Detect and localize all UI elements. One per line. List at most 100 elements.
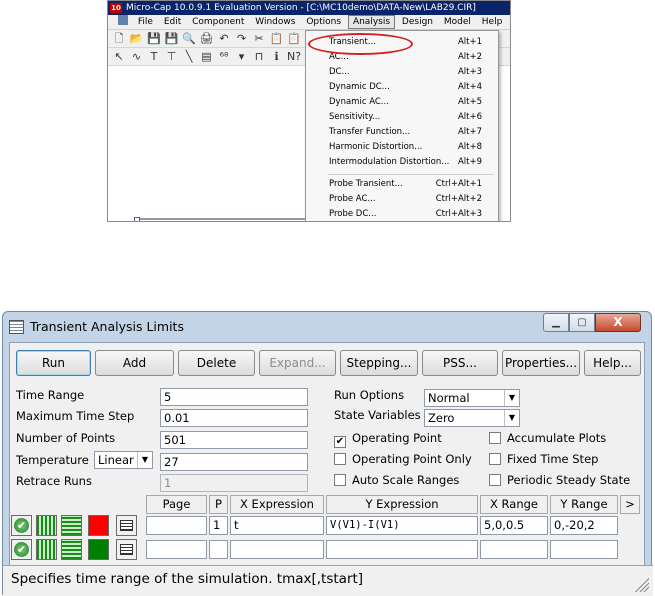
info-icon[interactable]: ℹ <box>270 48 284 66</box>
menu-item-intermodulation-distortion[interactable]: Intermodulation Distortion... Alt+9 <box>306 155 498 170</box>
max-time-step-input[interactable]: 0.01 <box>160 409 308 427</box>
y-expression-cell[interactable]: V(V1)-I(V1) <box>326 516 478 535</box>
properties-button[interactable]: Properties... <box>502 350 580 376</box>
schematic-wire[interactable] <box>134 217 308 221</box>
menu-options[interactable]: Options <box>302 15 345 30</box>
menu-item-dc[interactable]: DC... Alt+3 <box>306 65 498 80</box>
p-cell[interactable]: 1 <box>209 516 228 535</box>
header-y-expression[interactable]: Y Expression <box>326 495 478 514</box>
x-expression-cell[interactable] <box>230 540 324 559</box>
menu-item-probe-ac[interactable]: Probe AC... Ctrl+Alt+2 <box>306 192 498 207</box>
state-variables-select[interactable]: Zero ▼ <box>424 409 520 427</box>
run-options-select[interactable]: Normal ▼ <box>424 389 520 407</box>
enable-row-toggle[interactable]: ✔ <box>11 539 32 560</box>
print-preview-icon[interactable]: 🔍 <box>182 30 196 48</box>
menu-item-dynamic-dc[interactable]: Dynamic DC... Alt+4 <box>306 80 498 95</box>
header-page[interactable]: Page <box>146 495 207 514</box>
undo-icon[interactable]: ↶ <box>217 30 231 48</box>
y-expression-cell[interactable] <box>326 540 478 559</box>
p-cell[interactable] <box>209 540 228 559</box>
expand-button[interactable]: Expand... <box>259 350 336 376</box>
menu-design[interactable]: Design <box>398 15 437 30</box>
menu-item-probe-dc[interactable]: Probe DC... Ctrl+Alt+3 <box>306 207 498 221</box>
wire-icon[interactable]: ∿ <box>130 48 144 66</box>
open-folder-icon[interactable]: 📂 <box>130 30 144 48</box>
maximize-button[interactable]: ▢ <box>569 313 595 332</box>
help-button[interactable]: Help... <box>584 350 641 376</box>
save-icon[interactable]: 💾 <box>147 30 161 48</box>
menu-item-harmonic-distortion[interactable]: Harmonic Distortion... Alt+8 <box>306 140 498 155</box>
menu-edit[interactable]: Edit <box>160 15 185 30</box>
dropdown-arrow-icon[interactable]: ▾ <box>235 48 249 66</box>
run-button[interactable]: Run <box>16 350 91 376</box>
temperature-mode-select[interactable]: Linear ▼ <box>94 451 153 469</box>
new-file-icon[interactable]: 🗋 <box>112 30 126 48</box>
page-cell[interactable] <box>146 540 207 559</box>
menu-model[interactable]: Model <box>440 15 475 30</box>
temperature-input[interactable]: 27 <box>160 453 308 471</box>
operating-point-checkbox[interactable]: ✔ Operating Point <box>334 432 442 448</box>
cut-icon[interactable]: ✂ <box>252 30 266 48</box>
x-range-cell[interactable]: 5,0,0.5 <box>480 516 548 535</box>
menu-windows[interactable]: Windows <box>251 15 299 30</box>
redo-icon[interactable]: ↷ <box>235 30 249 48</box>
add-button[interactable]: Add <box>95 350 174 376</box>
pss-button[interactable]: PSS... <box>422 350 498 376</box>
help-pointer-icon[interactable]: N? <box>287 48 301 66</box>
graphics-icon[interactable]: ▤ <box>200 48 214 66</box>
periodic-steady-state-checkbox[interactable]: Periodic Steady State <box>489 474 630 487</box>
diagonal-wire-icon[interactable]: ╲ <box>182 48 196 66</box>
x-expression-cell[interactable]: t <box>230 516 324 535</box>
schematic-canvas[interactable] <box>108 68 308 221</box>
menu-file[interactable]: File <box>134 15 157 30</box>
time-range-input[interactable]: 5 <box>160 388 308 406</box>
menu-component[interactable]: Component <box>188 15 248 30</box>
accumulate-plots-checkbox[interactable]: Accumulate Plots <box>489 432 606 445</box>
menu-item-sensitivity[interactable]: Sensitivity... Alt+6 <box>306 110 498 125</box>
operating-point-only-checkbox[interactable]: Operating Point Only <box>334 453 472 466</box>
header-x-expression[interactable]: X Expression <box>230 495 324 514</box>
vertical-grid-icon[interactable] <box>36 539 57 560</box>
dialog-titlebar[interactable]: Transient Analysis Limits ▁ ▢ X <box>3 312 651 342</box>
y-range-cell[interactable] <box>550 540 618 559</box>
node-numbers-icon[interactable]: ⁶⁸ <box>217 48 231 66</box>
table-icon[interactable] <box>116 515 137 536</box>
scroll-right-button[interactable]: > <box>620 495 640 514</box>
select-arrow-icon[interactable]: ↖ <box>112 48 126 66</box>
minimize-button[interactable]: ▁ <box>543 313 569 332</box>
copy-icon[interactable]: 📋 <box>270 30 284 48</box>
header-x-range[interactable]: X Range <box>480 495 548 514</box>
table-icon[interactable] <box>116 539 137 560</box>
menu-analysis[interactable]: Analysis <box>347 15 396 29</box>
y-range-cell[interactable]: 0,-20,2 <box>550 516 618 535</box>
text-icon[interactable]: T <box>147 48 161 66</box>
flag-icon[interactable]: ⊓ <box>252 48 266 66</box>
save-all-icon[interactable]: 💾 <box>165 30 179 48</box>
header-p[interactable]: P <box>209 495 228 514</box>
document-icon[interactable] <box>118 15 128 25</box>
curve-color-swatch[interactable] <box>88 515 109 536</box>
menu-help[interactable]: Help <box>478 15 507 30</box>
x-range-cell[interactable] <box>480 540 548 559</box>
menu-item-transfer-function[interactable]: Transfer Function... Alt+7 <box>306 125 498 140</box>
menu-item-accel: Alt+3 <box>457 67 482 77</box>
horizontal-grid-icon[interactable] <box>61 515 82 536</box>
enable-row-toggle[interactable]: ✔ <box>11 515 32 536</box>
vertical-grid-icon[interactable] <box>36 515 57 536</box>
header-y-range[interactable]: Y Range <box>550 495 618 514</box>
page-cell[interactable] <box>146 516 207 535</box>
delete-button[interactable]: Delete <box>178 350 255 376</box>
menu-item-dynamic-ac[interactable]: Dynamic AC... Alt+5 <box>306 95 498 110</box>
fixed-time-step-checkbox[interactable]: Fixed Time Step <box>489 453 598 466</box>
close-button[interactable]: X <box>595 313 641 332</box>
ortho-wire-icon[interactable]: ⊤ <box>165 48 179 66</box>
stepping-button[interactable]: Stepping... <box>340 350 418 376</box>
auto-scale-ranges-checkbox[interactable]: Auto Scale Ranges <box>334 474 459 487</box>
curve-color-swatch[interactable] <box>88 539 109 560</box>
menu-item-probe-transient[interactable]: Probe Transient... Ctrl+Alt+1 <box>306 177 498 192</box>
print-icon[interactable]: 🖨 <box>200 30 214 48</box>
horizontal-grid-icon[interactable] <box>61 539 82 560</box>
paste-icon[interactable]: 📋 <box>287 30 301 48</box>
resize-grip-icon[interactable] <box>635 578 649 592</box>
num-points-input[interactable]: 501 <box>160 431 308 449</box>
